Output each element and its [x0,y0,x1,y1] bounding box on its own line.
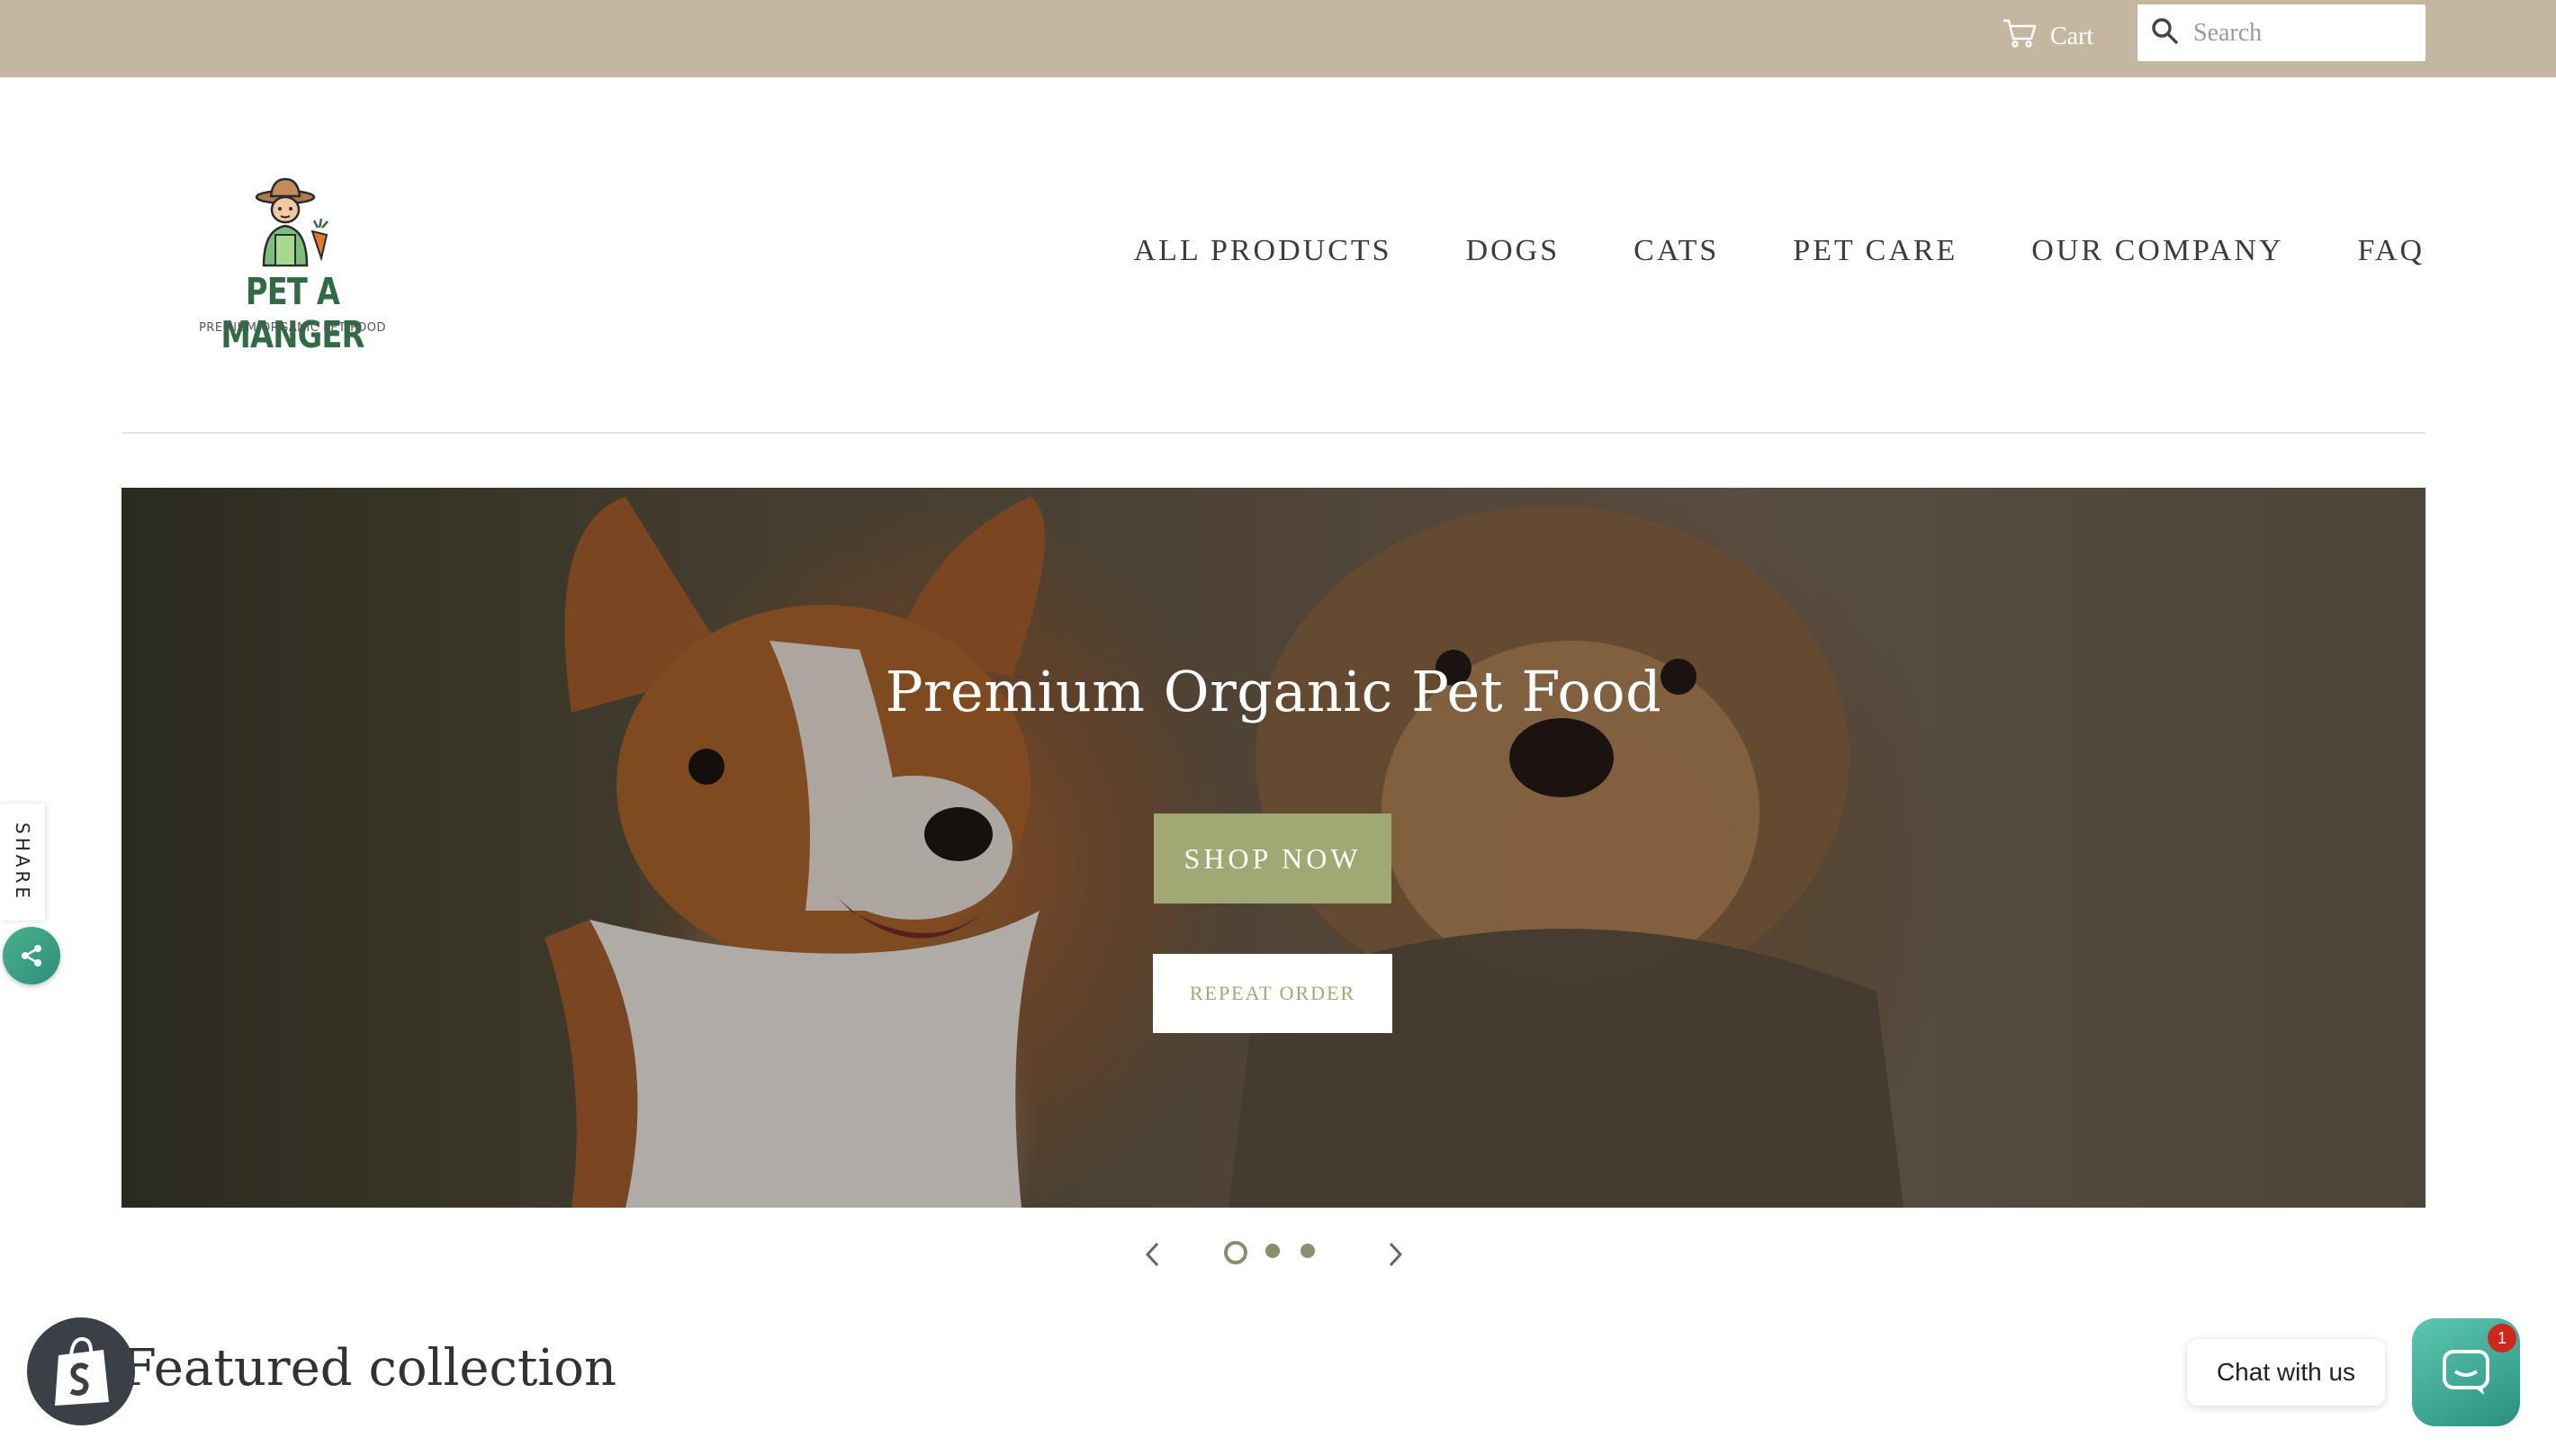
logo-title: PET A MANGER [220,270,364,356]
share-button[interactable] [3,927,60,984]
featured-collection-heading: Featured collection [122,1339,617,1398]
chevron-right-icon [1389,1242,1403,1267]
shop-now-button[interactable]: SHOP NOW [1154,813,1391,903]
search-box[interactable] [2138,4,2426,61]
search-input[interactable] [2192,17,2420,49]
hero-banner: Premium Organic Pet Food SHOP NOW REPEAT… [122,488,2426,1208]
hero-title: Premium Organic Pet Food [885,659,1662,724]
shopify-badge[interactable] [27,1317,135,1425]
slide-next-button[interactable] [1377,1236,1413,1272]
chat-bubble-icon [2443,1350,2489,1395]
logo-subtitle: PREMIUM ORGANIC PET FOOD [198,321,387,335]
slide-dot-3[interactable] [1300,1244,1315,1258]
top-bar: Cart [0,0,2556,77]
share-label: SHARE [12,822,34,902]
share-tab[interactable]: SHARE [0,804,45,921]
cart-icon [2002,17,2038,57]
farmer-mascot-icon [255,177,328,267]
repeat-order-button[interactable]: REPEAT ORDER [1153,954,1392,1033]
slide-dot-2[interactable] [1265,1244,1280,1258]
slide-dot-1[interactable] [1224,1241,1247,1264]
chat-notification-badge: 1 [2488,1324,2516,1353]
main-nav: ALL PRODUCTS DOGS CATS PET CARE OUR COMP… [1060,234,2425,268]
chevron-left-icon [1145,1242,1159,1267]
shopify-bag-icon [55,1336,109,1406]
site-logo[interactable]: PET A MANGER PREMIUM ORGANIC PET FOOD [180,171,405,356]
nav-item-pet-care[interactable]: PET CARE [1793,234,1958,268]
header-divider [122,432,2426,434]
share-icon [22,945,41,966]
nav-item-faq[interactable]: FAQ [2358,234,2426,268]
slide-prev-button[interactable] [1135,1236,1171,1272]
cart-link[interactable]: Cart [2002,16,2093,58]
nav-item-cats[interactable]: CATS [1634,234,1719,268]
nav-item-our-company[interactable]: OUR COMPANY [2031,234,2283,268]
nav-item-dogs[interactable]: DOGS [1466,234,1561,268]
cart-label: Cart [2050,22,2094,50]
search-icon[interactable] [2138,16,2181,50]
nav-item-all-products[interactable]: ALL PRODUCTS [1134,234,1392,268]
chat-with-us-label[interactable]: Chat with us [2187,1339,2385,1406]
